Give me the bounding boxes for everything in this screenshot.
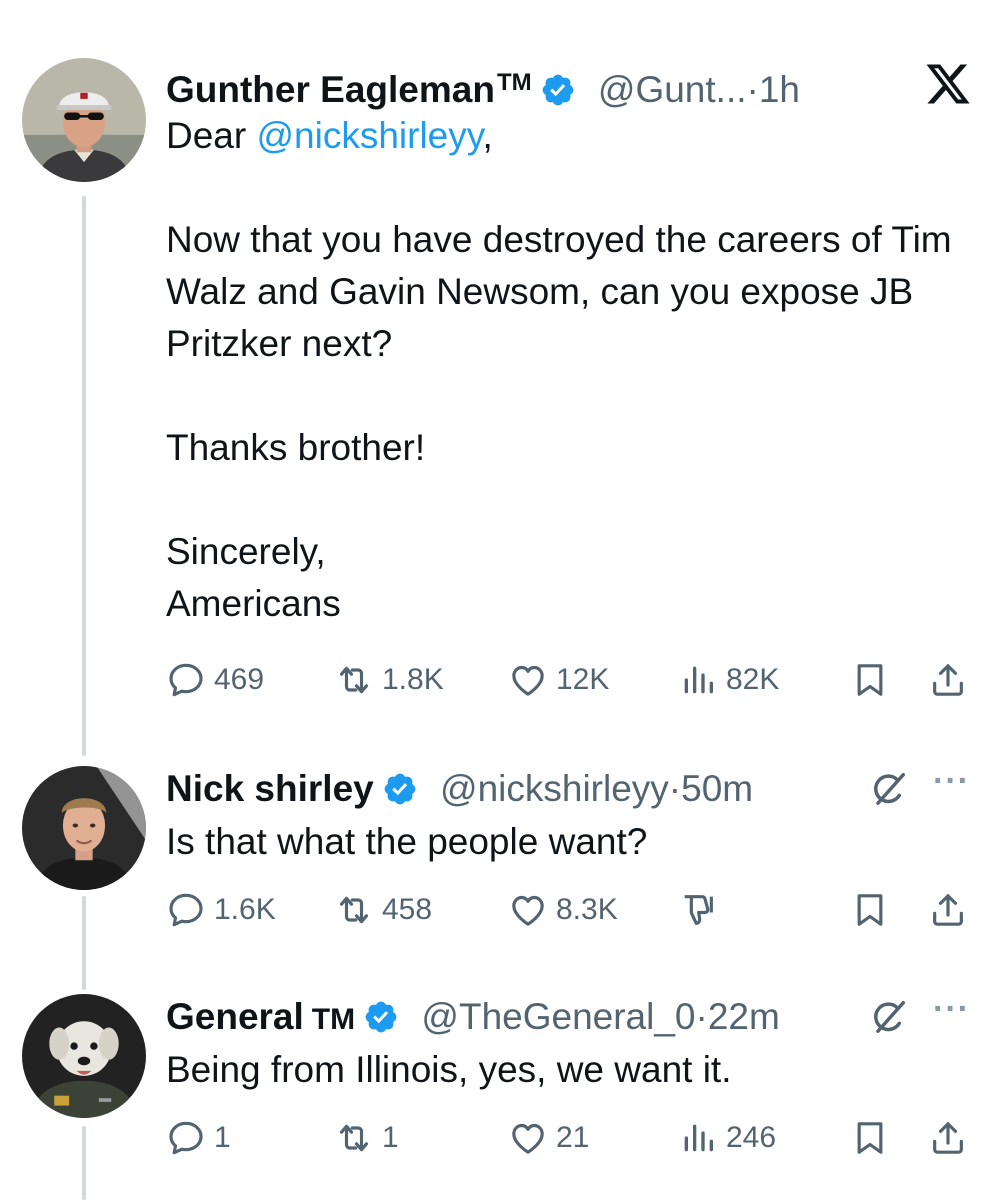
reply-icon xyxy=(166,890,206,930)
like-icon xyxy=(508,890,548,930)
avatar[interactable] xyxy=(22,58,146,182)
share-button[interactable] xyxy=(928,1116,968,1160)
verified-badge-icon xyxy=(382,771,418,807)
tweet-header: Gunther EaglemanTM @Gunt...·1h xyxy=(166,60,976,110)
tweet-text: Is that what the people want? xyxy=(166,821,648,862)
tweet[interactable]: Nick shirley @nickshirleyy·50m ··· Is th… xyxy=(166,764,976,868)
views-button[interactable]: 246 xyxy=(678,1116,776,1160)
repost-icon xyxy=(334,1118,374,1158)
repost-count: 1.8K xyxy=(382,663,444,696)
like-count: 21 xyxy=(556,1121,590,1154)
reply-icon xyxy=(166,1118,206,1158)
repost-count: 458 xyxy=(382,893,433,926)
bookmark-icon xyxy=(850,1118,890,1158)
reply-count: 469 xyxy=(214,663,265,696)
thread-line xyxy=(82,1126,86,1200)
like-button[interactable]: 12K xyxy=(508,658,609,702)
separator-dot: · xyxy=(746,69,759,110)
tweet-text: Dear @nickshirleyy, Now that you have de… xyxy=(166,110,976,630)
share-icon xyxy=(928,1118,968,1158)
repost-count: 1 xyxy=(382,1121,399,1154)
downvote-button[interactable] xyxy=(678,888,718,932)
tweet-text: Being from Illinois, yes, we want it. xyxy=(166,1049,732,1090)
more-icon[interactable]: ··· xyxy=(933,992,970,1026)
verified-badge-icon xyxy=(540,72,576,108)
bookmark-button[interactable] xyxy=(850,888,890,932)
like-button[interactable]: 8.3K xyxy=(508,888,618,932)
reply-count: 1.6K xyxy=(214,893,276,926)
reply-icon xyxy=(166,660,206,700)
reply-button[interactable]: 469 xyxy=(166,658,264,702)
mention-link[interactable]: @nickshirleyy xyxy=(256,115,482,156)
user-handle[interactable]: @TheGeneral_0 xyxy=(421,996,695,1037)
share-icon xyxy=(928,890,968,930)
thread-line xyxy=(82,896,86,990)
reply-button[interactable]: 1 xyxy=(166,1116,231,1160)
tweet[interactable]: General TM @TheGeneral_0·22m ··· Being fr… xyxy=(166,992,976,1096)
tweet-actions: 1 1 21 246 xyxy=(166,1116,976,1160)
views-icon xyxy=(678,660,718,700)
separator-dot: · xyxy=(695,996,708,1037)
like-icon xyxy=(508,1118,548,1158)
display-name[interactable]: General xyxy=(166,996,304,1037)
user-handle[interactable]: @nickshirleyy xyxy=(440,768,669,809)
timestamp[interactable]: 1h xyxy=(759,69,800,110)
x-logo-icon[interactable] xyxy=(924,60,972,108)
avatar[interactable] xyxy=(22,994,146,1118)
tweet-text-prefix: Dear xyxy=(166,115,257,156)
timestamp[interactable]: 22m xyxy=(708,996,780,1037)
bookmark-icon xyxy=(850,890,890,930)
tweet-header: Nick shirley @nickshirleyy·50m ··· xyxy=(166,764,976,812)
repost-button[interactable]: 1 xyxy=(334,1116,399,1160)
trademark-symbol: TM xyxy=(311,1003,356,1036)
bookmark-button[interactable] xyxy=(850,1116,890,1160)
verified-badge-icon xyxy=(363,999,399,1035)
reply-count: 1 xyxy=(214,1121,231,1154)
tweet-actions: 1.6K 458 8.3K xyxy=(166,888,976,932)
display-name[interactable]: Nick shirley xyxy=(166,768,374,809)
like-button[interactable]: 21 xyxy=(508,1116,589,1160)
views-count: 82K xyxy=(726,663,780,696)
trademark-symbol: TM xyxy=(496,69,532,96)
tweet[interactable]: Gunther EaglemanTM @Gunt...·1h Dear @nic… xyxy=(166,60,976,630)
tweet-actions: 469 1.8K 12K 82K xyxy=(166,658,976,702)
views-icon xyxy=(678,1118,718,1158)
grok-icon[interactable] xyxy=(870,998,908,1036)
profile-photo-icon xyxy=(22,766,146,890)
bookmark-icon xyxy=(850,660,890,700)
share-icon xyxy=(928,660,968,700)
share-button[interactable] xyxy=(928,888,968,932)
profile-photo-icon xyxy=(22,994,146,1118)
repost-icon xyxy=(334,660,374,700)
separator-dot: · xyxy=(668,768,682,809)
tweet-text-rest: , Now that you have destroyed the career… xyxy=(166,115,952,624)
avatar[interactable] xyxy=(22,766,146,890)
timestamp[interactable]: 50m xyxy=(681,768,753,809)
bookmark-button[interactable] xyxy=(850,658,890,702)
like-count: 8.3K xyxy=(556,893,618,926)
share-button[interactable] xyxy=(928,658,968,702)
downvote-icon xyxy=(678,890,718,930)
user-handle[interactable]: @Gunt... xyxy=(598,69,747,110)
repost-button[interactable]: 1.8K xyxy=(334,658,444,702)
tweet-header: General TM @TheGeneral_0·22m ··· xyxy=(166,992,976,1040)
views-button[interactable]: 82K xyxy=(678,658,779,702)
profile-photo-icon xyxy=(22,58,146,182)
reply-button[interactable]: 1.6K xyxy=(166,888,276,932)
like-count: 12K xyxy=(556,663,610,696)
more-icon[interactable]: ··· xyxy=(933,764,970,798)
display-name[interactable]: Gunther Eagleman xyxy=(166,69,495,110)
thread-line xyxy=(82,196,86,756)
views-count: 246 xyxy=(726,1121,777,1154)
grok-icon[interactable] xyxy=(870,770,908,808)
repost-button[interactable]: 458 xyxy=(334,888,432,932)
repost-icon xyxy=(334,890,374,930)
like-icon xyxy=(508,660,548,700)
